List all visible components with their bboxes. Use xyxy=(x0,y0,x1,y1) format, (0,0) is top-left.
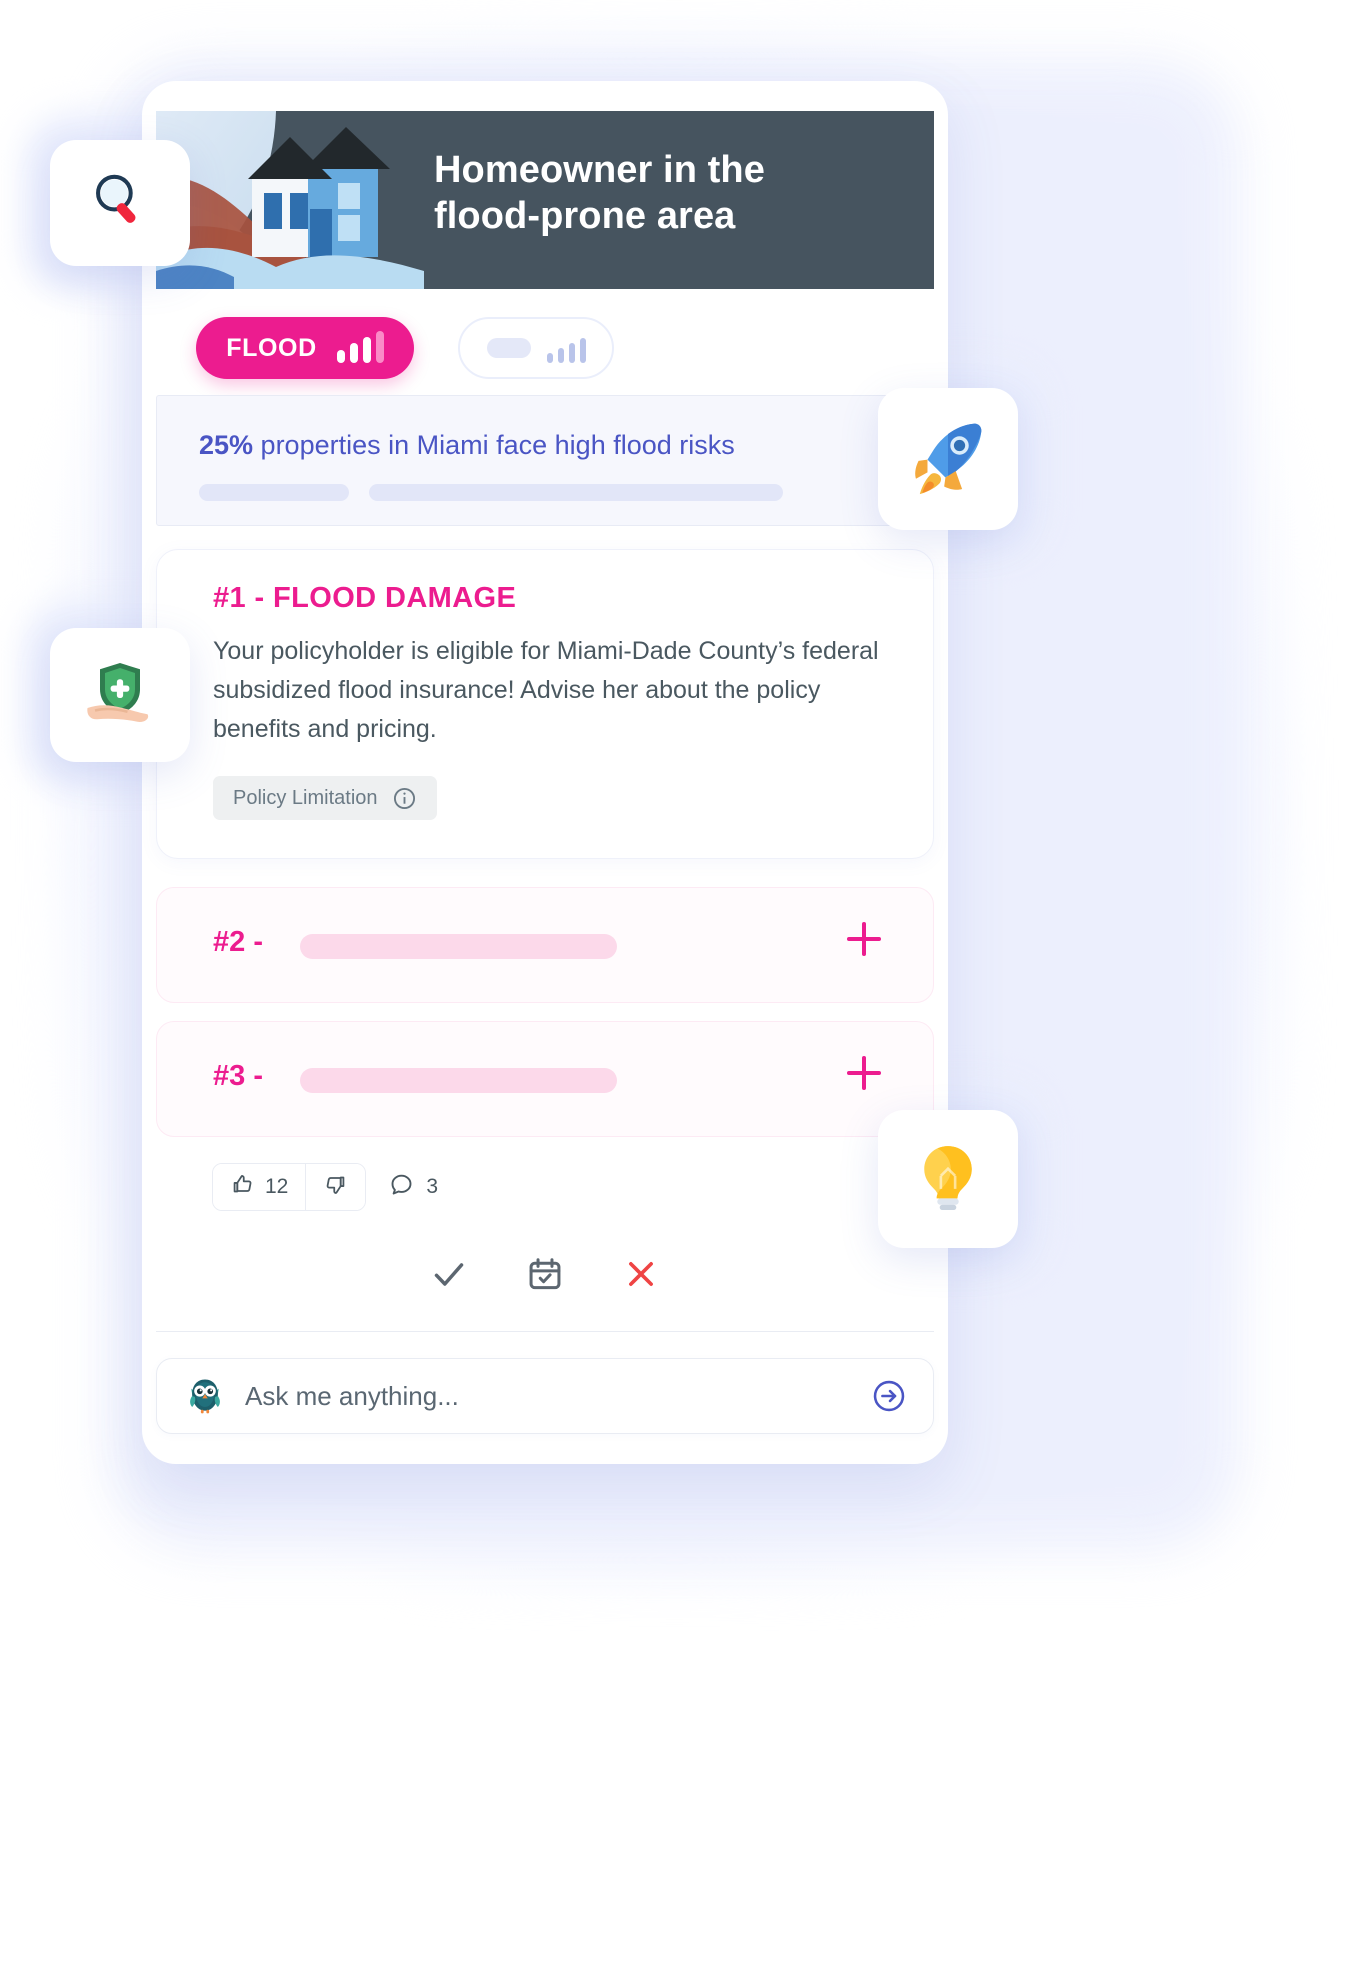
search-badge[interactable] xyxy=(50,140,190,266)
insight-row-2-number: #2 - xyxy=(213,926,263,958)
ask-input[interactable] xyxy=(243,1379,871,1413)
insight-card-1-title: #1 - FLOOD DAMAGE xyxy=(213,582,517,614)
policy-limitation-label: Policy Limitation xyxy=(233,786,378,809)
comment-count: 3 xyxy=(426,1175,439,1198)
calendar-check-icon xyxy=(526,1255,564,1298)
plus-icon[interactable] xyxy=(847,922,881,956)
insight-card-1[interactable]: #1 - FLOOD DAMAGE Your policyholder is e… xyxy=(156,549,934,859)
action-icon-row xyxy=(142,1253,948,1299)
risk-banner-highlight: 25% xyxy=(199,430,254,460)
tab-flood[interactable]: FLOOD xyxy=(196,317,414,379)
magnifier-icon xyxy=(84,165,156,242)
hero-title-line-2: flood-prone area xyxy=(434,195,736,238)
tab-placeholder-skeleton xyxy=(486,338,531,358)
shield-in-hand-icon xyxy=(80,653,160,738)
arrow-right-circle-icon[interactable] xyxy=(871,1378,907,1414)
section-divider xyxy=(156,1331,934,1332)
signal-bars-icon xyxy=(546,333,586,363)
app-window: Homeowner in the flood-prone area FLOOD … xyxy=(142,81,948,1464)
tab-flood-label: FLOOD xyxy=(226,333,317,362)
accept-button[interactable] xyxy=(426,1253,472,1299)
insight-row-3-number: #3 - xyxy=(213,1060,263,1092)
risk-banner-body: properties in Miami face high flood risk… xyxy=(253,430,735,460)
policy-limitation-chip[interactable]: Policy Limitation xyxy=(213,776,437,820)
risk-banner-text: 25% properties in Miami face high flood … xyxy=(199,430,735,461)
tab-bar: FLOOD xyxy=(196,317,614,379)
hero-banner: Homeowner in the flood-prone area xyxy=(156,111,934,289)
info-circle-icon[interactable] xyxy=(392,786,417,811)
plus-icon[interactable] xyxy=(847,1056,881,1090)
schedule-button[interactable] xyxy=(522,1253,568,1299)
insight-card-1-body: Your policyholder is eligible for Miami-… xyxy=(213,637,879,743)
house-in-flood-illustration xyxy=(156,111,424,289)
rocket-icon xyxy=(907,416,989,503)
comment-button[interactable]: 3 xyxy=(386,1167,440,1207)
thumbs-up-button[interactable]: 12 xyxy=(213,1164,306,1210)
thumbs-up-icon xyxy=(230,1172,255,1202)
hero-title-line-1: Homeowner in the xyxy=(434,149,765,191)
risk-banner: 25% properties in Miami face high flood … xyxy=(156,395,934,526)
lightbulb-badge[interactable] xyxy=(878,1110,1018,1248)
owl-mascot-icon xyxy=(183,1374,227,1418)
rocket-badge[interactable] xyxy=(878,388,1018,530)
skeleton-bar xyxy=(369,484,783,501)
close-x-icon xyxy=(622,1255,660,1298)
signal-bars-icon xyxy=(336,331,384,363)
vote-group: 12 xyxy=(212,1163,367,1211)
insight-row-2[interactable]: #2 - xyxy=(156,887,934,1003)
lightbulb-icon xyxy=(910,1139,986,1220)
ask-bar[interactable] xyxy=(156,1358,934,1434)
risk-banner-skeletons xyxy=(199,484,783,501)
comment-bubble-icon xyxy=(388,1171,415,1203)
insight-row-3-skeleton xyxy=(300,1068,617,1093)
thumbs-up-count: 12 xyxy=(265,1175,289,1198)
thumbs-down-icon xyxy=(323,1172,348,1202)
tab-placeholder[interactable] xyxy=(458,317,614,379)
shield-badge[interactable] xyxy=(50,628,190,762)
check-icon xyxy=(429,1254,469,1299)
skeleton-bar xyxy=(199,484,349,501)
dismiss-button[interactable] xyxy=(618,1253,664,1299)
thumbs-down-button[interactable] xyxy=(305,1164,366,1210)
insight-row-2-skeleton xyxy=(300,934,617,959)
reaction-bar: 12 3 xyxy=(212,1163,440,1211)
insight-row-3[interactable]: #3 - xyxy=(156,1021,934,1137)
hero-title: Homeowner in the flood-prone area xyxy=(434,147,904,240)
